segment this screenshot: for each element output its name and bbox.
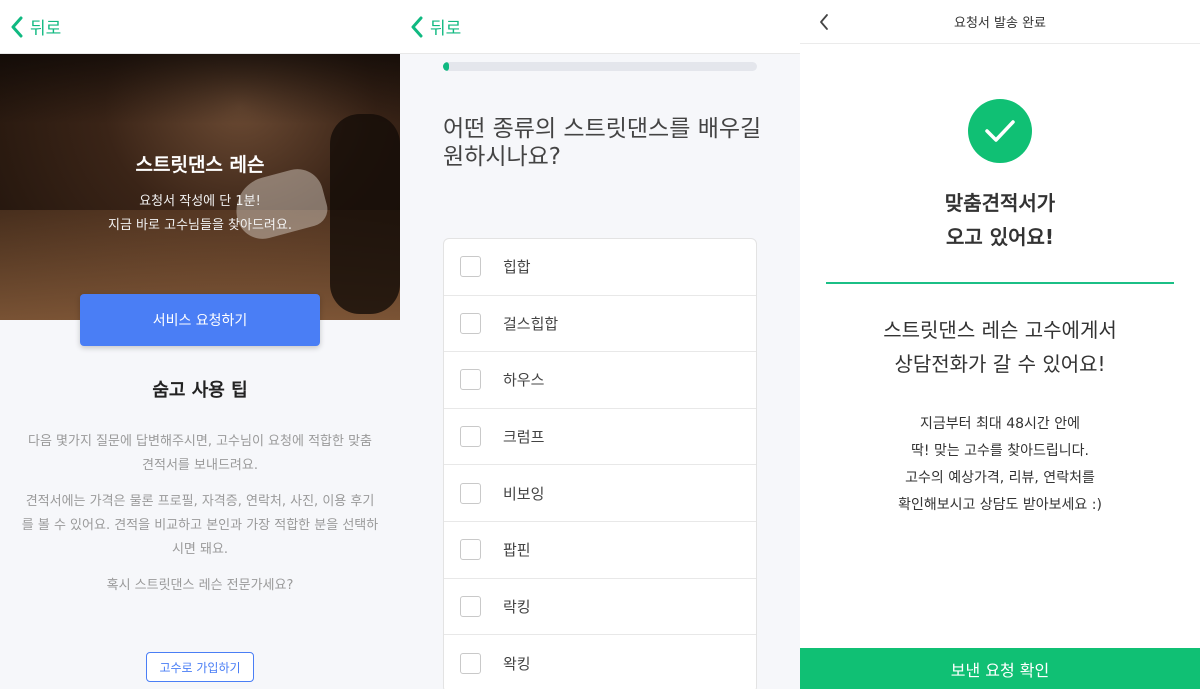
- checkbox[interactable]: [460, 595, 481, 617]
- option-label: 힙합: [503, 258, 531, 277]
- option-item[interactable]: 하우스: [444, 352, 756, 409]
- option-label: 팝핀: [503, 541, 531, 560]
- header: 요청서 발송 완료: [800, 0, 1200, 44]
- hero-subtitle-2: 지금 바로 고수님들을 찾아드려요.: [108, 218, 292, 233]
- success-heading: 맞춤견적서가 오고 있어요!: [800, 186, 1200, 254]
- view-sent-requests-button[interactable]: 보낸 요청 확인: [800, 648, 1200, 689]
- success-heading-line-2: 오고 있어요!: [945, 225, 1055, 249]
- option-label: 왁킹: [503, 654, 531, 673]
- info-line: 지금부터 최대 48시간 안에: [920, 416, 1080, 432]
- join-as-expert-button[interactable]: 고수로 가입하기: [146, 652, 254, 682]
- option-item[interactable]: 힙합: [444, 239, 756, 296]
- question-text: 어떤 종류의 스트릿댄스를 배우길 원하시나요?: [443, 116, 762, 170]
- chevron-left-icon: [411, 16, 423, 37]
- back-button[interactable]: 뒤로: [10, 14, 61, 39]
- check-icon: [968, 99, 1032, 163]
- option-label: 하우스: [503, 371, 545, 390]
- checkbox[interactable]: [460, 426, 481, 448]
- option-item[interactable]: 크럼프: [444, 409, 756, 466]
- option-item[interactable]: 팝핀: [444, 522, 756, 579]
- request-sent-screen: 요청서 발송 완료 맞춤견적서가 오고 있어요! 스트릿댄스 레슨 고수에게서 …: [800, 0, 1200, 689]
- checkbox[interactable]: [460, 312, 481, 334]
- success-subheading-line-2: 상담전화가 갈 수 있어요!: [894, 352, 1106, 376]
- tip-paragraph-1: 다음 몇가지 질문에 답변해주시면, 고수님이 요청에 적합한 맞춤 견적서를 …: [27, 434, 373, 473]
- chevron-left-icon: [11, 16, 23, 37]
- checkbox[interactable]: [460, 482, 481, 504]
- checkbox[interactable]: [460, 652, 481, 674]
- service-intro-screen: 뒤로 스트릿댄스 레슨 요청서 작성에 단 1분! 지금 바로 고수님들을 찾아…: [0, 0, 400, 689]
- chevron-left-icon[interactable]: [818, 13, 830, 31]
- tips-title: 숨고 사용 팁: [152, 380, 248, 401]
- hero-photo-crowd: [0, 54, 400, 124]
- hero-banner: 스트릿댄스 레슨 요청서 작성에 단 1분! 지금 바로 고수님들을 찾아드려요…: [0, 54, 400, 320]
- progress-bar: [443, 62, 757, 71]
- checkbox[interactable]: [460, 256, 481, 278]
- back-button[interactable]: 뒤로: [410, 14, 461, 39]
- success-subheading-line-1: 스트릿댄스 레슨 고수에게서: [883, 318, 1117, 342]
- option-item[interactable]: 비보잉: [444, 465, 756, 522]
- question-screen: 뒤로 어떤 종류의 스트릿댄스를 배우길 원하시나요? 힙합걸스힙합하우스크럼프…: [400, 0, 800, 689]
- option-item[interactable]: 걸스힙합: [444, 296, 756, 353]
- option-item[interactable]: 왁킹: [444, 635, 756, 689]
- request-service-button[interactable]: 서비스 요청하기: [80, 294, 320, 346]
- expert-question: 혹시 스트릿댄스 레슨 전문가세요?: [106, 578, 294, 593]
- back-label: 뒤로: [430, 19, 462, 39]
- option-item[interactable]: 락킹: [444, 579, 756, 636]
- header: 뒤로: [0, 0, 400, 54]
- info-line: 확인해보시고 상담도 받아보세요 :): [898, 497, 1102, 513]
- info-line: 딱! 맞는 고수를 찾아드립니다.: [911, 443, 1089, 459]
- success-subheading: 스트릿댄스 레슨 고수에게서 상담전화가 갈 수 있어요!: [800, 313, 1200, 381]
- hero-title: 스트릿댄스 레슨: [135, 154, 265, 176]
- divider: [826, 282, 1174, 284]
- option-label: 크럼프: [503, 428, 545, 447]
- tip-paragraph-2: 견적서에는 가격은 물론 프로필, 자격증, 연락처, 사진, 이용 후기를 볼…: [21, 494, 379, 557]
- option-label: 락킹: [503, 597, 531, 616]
- options-list: 힙합걸스힙합하우스크럼프비보잉팝핀락킹왁킹: [443, 238, 757, 689]
- success-heading-line-1: 맞춤견적서가: [944, 191, 1056, 215]
- hero-subtitle-1: 요청서 작성에 단 1분!: [139, 194, 261, 209]
- option-label: 비보잉: [503, 484, 545, 503]
- checkbox[interactable]: [460, 539, 481, 561]
- progress-fill: [443, 62, 450, 71]
- header: 뒤로: [400, 0, 800, 54]
- header-title: 요청서 발송 완료: [954, 16, 1046, 31]
- option-label: 걸스힙합: [503, 314, 559, 333]
- info-line: 고수의 예상가격, 리뷰, 연락처를: [905, 470, 1095, 486]
- back-label: 뒤로: [30, 19, 62, 39]
- checkbox[interactable]: [460, 369, 481, 391]
- info-paragraph: 지금부터 최대 48시간 안에딱! 맞는 고수를 찾아드립니다. 고수의 예상가격…: [800, 411, 1200, 519]
